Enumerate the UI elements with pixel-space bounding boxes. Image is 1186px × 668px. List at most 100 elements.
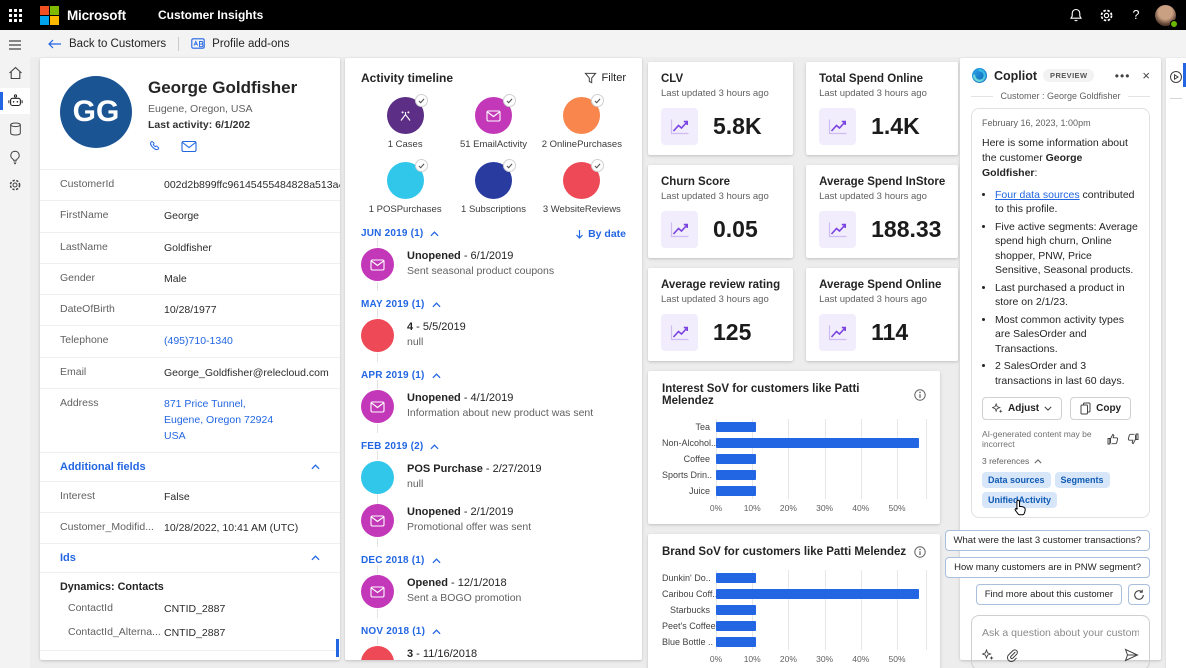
line-chart-icon	[819, 314, 857, 351]
timeline-month-header[interactable]: FEB 2019 (2)	[361, 441, 626, 452]
additional-fields-header[interactable]: Additional fields	[40, 451, 340, 481]
month-label: JUN 2019 (1)	[361, 228, 424, 239]
field-value[interactable]: (495)710-1340	[164, 333, 233, 349]
app-launcher-icon[interactable]	[0, 0, 30, 30]
suggestion-chip[interactable]: Find more about this customer	[975, 584, 1122, 606]
ids-header[interactable]: Ids	[40, 543, 340, 572]
category-label: Juice	[688, 486, 710, 496]
timeline-entry[interactable]: Unopened - 6/1/2019 Sent seasonal product…	[361, 238, 626, 291]
kpi-title: Churn Score	[661, 176, 731, 188]
timeline-month-header[interactable]: MAY 2019 (1)	[361, 299, 626, 310]
timeline-entry[interactable]: Opened - 12/1/2018 Sent a BOGO promotion	[361, 565, 626, 618]
timeline-entry[interactable]: 3 - 11/16/2018null	[361, 636, 626, 660]
profile-addons-button[interactable]: Profile add-ons	[191, 38, 290, 50]
category-label: Starbucks	[669, 605, 710, 615]
sidebar-item-data[interactable]	[0, 116, 30, 142]
timeline-month-header[interactable]: APR 2019 (1)	[361, 370, 626, 381]
activity-type-label: 1 Subscriptions	[461, 204, 526, 215]
timeline-month-header[interactable]: DEC 2018 (1)	[361, 555, 626, 566]
copy-button[interactable]: Copy	[1070, 397, 1132, 421]
plain-activity-icon[interactable]	[563, 94, 605, 134]
sort-by-date-button[interactable]: By date	[575, 228, 626, 240]
timeline-entry[interactable]: Unopened - 2/1/2019 Promotional offer was…	[361, 494, 626, 547]
adjust-button[interactable]: Adjust	[982, 397, 1063, 421]
ids-groups: Dynamics: Contacts ContactId CNTID_2887 Con…	[40, 572, 340, 660]
copilot-question-input[interactable]	[982, 627, 1139, 640]
activity-type-label: 51 EmailActivity	[459, 139, 528, 150]
reference-chip[interactable]: Segments	[1054, 472, 1110, 489]
kpi-value: 114	[871, 319, 909, 345]
activity-type-label: 3 WebsiteReviews	[542, 204, 621, 215]
plain-activity-icon[interactable]	[386, 159, 428, 199]
timeline-entry[interactable]: POS Purchase - 2/27/2019 null	[361, 451, 626, 504]
email-event-icon	[361, 390, 394, 423]
thumbs-up-icon[interactable]	[1107, 433, 1119, 445]
entry-description: Sent seasonal product coupons	[407, 265, 555, 277]
info-icon[interactable]	[914, 389, 926, 401]
gridline	[824, 570, 826, 650]
copilot-input-box[interactable]	[971, 615, 1150, 668]
timeline-entry[interactable]: Unopened - 4/1/2019 Information about new…	[361, 380, 626, 433]
context-label: Customer : George Goldfisher	[1000, 91, 1121, 101]
thumbs-down-icon[interactable]	[1127, 433, 1139, 445]
x-tick-label: 20%	[779, 503, 797, 513]
data-sources-link[interactable]: Four data sources	[995, 189, 1080, 201]
plain-activity-icon[interactable]	[563, 159, 605, 199]
field-label: Gender	[60, 271, 96, 284]
help-icon[interactable]: ?	[1121, 0, 1151, 30]
field-value[interactable]: 871 Price Tunnel, Eugene, Oregon 72924 U…	[164, 396, 273, 445]
references-toggle[interactable]: 3 references	[982, 456, 1139, 466]
reference-chip[interactable]: Data sources	[982, 472, 1051, 489]
gridline	[824, 419, 826, 499]
email-activity-icon[interactable]	[474, 94, 516, 134]
right-tool-rail	[1166, 58, 1186, 668]
profile-field-row: Gender Male	[40, 262, 340, 294]
more-options-icon[interactable]: •••	[1115, 69, 1131, 83]
chevron-up-icon	[432, 372, 441, 379]
sidebar-item-home[interactable]	[0, 60, 30, 86]
nav-menu-icon[interactable]	[0, 32, 30, 58]
activity-type: 3 WebsiteReviews	[538, 159, 626, 215]
notifications-bell-icon[interactable]	[1061, 0, 1091, 30]
sidebar-item-settings[interactable]	[0, 172, 30, 198]
settings-gear-icon[interactable]	[1091, 0, 1121, 30]
back-to-customers-link[interactable]: Back to Customers	[48, 38, 166, 50]
field-value: False	[164, 490, 190, 503]
sidebar-item-customers[interactable]	[0, 88, 30, 114]
kpi-title: Average Spend InStore	[819, 176, 946, 188]
suggestion-chip[interactable]: How many customers are in PNW segment?	[945, 557, 1150, 579]
timeline-month-header[interactable]: NOV 2018 (1)	[361, 626, 626, 637]
close-icon[interactable]: ×	[1142, 68, 1150, 83]
timeline-entry[interactable]: 4 - 5/5/2019 null	[361, 309, 626, 362]
filter-button[interactable]: Filter	[583, 72, 626, 84]
customer-name: George Goldfisher	[148, 78, 298, 97]
x-tick-label: 30%	[816, 503, 834, 513]
prompt-sparkle-icon[interactable]	[982, 649, 994, 661]
cases-activity-icon[interactable]	[386, 94, 428, 134]
additional-fields-title: Additional fields	[60, 460, 146, 473]
sidebar-item-insights[interactable]	[0, 144, 30, 170]
category-label: Coffee	[683, 454, 710, 464]
account-avatar[interactable]	[1155, 4, 1178, 28]
kpi-card: Average Spend Online Last updated 3 hours…	[806, 268, 959, 361]
suggestion-chip[interactable]: What were the last 3 customer transactio…	[944, 530, 1150, 552]
email-icon[interactable]	[181, 140, 197, 155]
plot-area	[716, 419, 927, 499]
y-axis-labels: Dunkin' Do.. Caribou Coff.. Starbucks Peet'…	[662, 570, 716, 650]
call-icon[interactable]	[148, 140, 163, 155]
attach-paperclip-icon[interactable]	[1006, 648, 1018, 662]
plain-activity-icon[interactable]	[474, 159, 516, 199]
regenerate-icon[interactable]	[1128, 584, 1150, 606]
reference-chip[interactable]: UnifiedActivity	[982, 492, 1058, 509]
id-group: Dynamics: Contacts ContactId CNTID_2887 Con…	[40, 572, 340, 650]
category-label: Dunkin' Do..	[662, 573, 711, 583]
category-label: Caribou Coff..	[662, 589, 716, 599]
entry-description: null	[407, 478, 424, 490]
send-icon[interactable]	[1124, 648, 1139, 662]
profile-field-row: Interest False	[40, 480, 340, 512]
sparkle-icon	[992, 403, 1003, 414]
entry-description: Sent a BOGO promotion	[407, 592, 522, 604]
info-icon[interactable]	[914, 546, 926, 558]
bar	[716, 438, 919, 448]
scrollbar-thumb[interactable]	[336, 639, 339, 657]
